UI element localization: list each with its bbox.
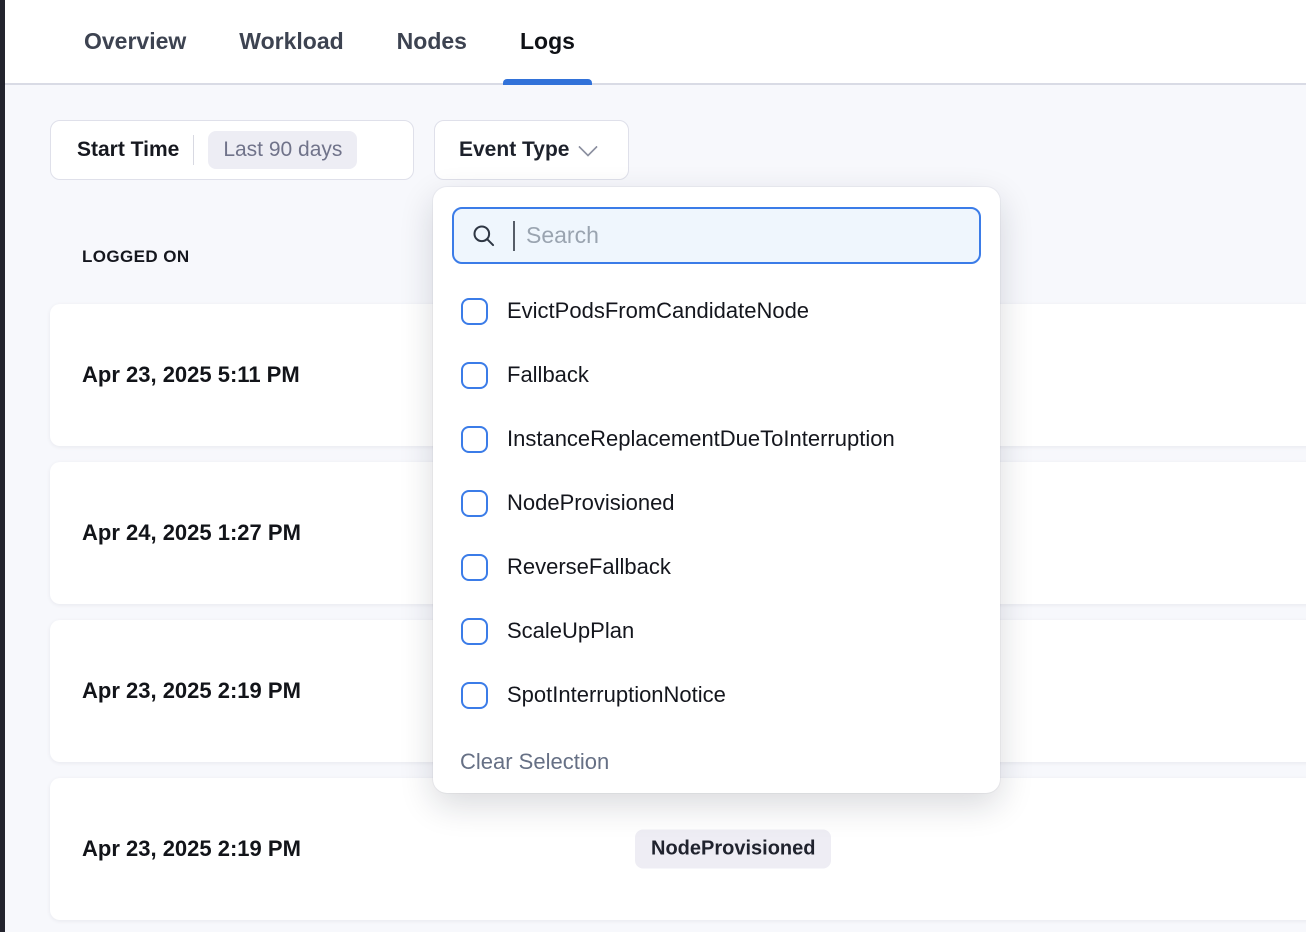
- start-time-value-pill[interactable]: Last 90 days: [208, 131, 357, 169]
- text-cursor: [513, 221, 515, 251]
- sidebar-edge: [0, 0, 5, 932]
- event-type-label: Event Type: [459, 138, 569, 162]
- tab-bar: Overview Workload Nodes Logs: [0, 0, 1306, 85]
- option-fallback[interactable]: Fallback: [433, 343, 1000, 407]
- option-evictpodsfromcandidatenode[interactable]: EvictPodsFromCandidateNode: [433, 279, 1000, 343]
- option-scaleupplan[interactable]: ScaleUpPlan: [433, 599, 1000, 663]
- tab-logs[interactable]: Logs: [518, 0, 577, 83]
- event-type-filter[interactable]: Event Type: [434, 120, 629, 180]
- option-label: InstanceReplacementDueToInterruption: [507, 426, 895, 452]
- start-time-filter[interactable]: Start Time Last 90 days: [50, 120, 414, 180]
- tab-logs-label: Logs: [520, 28, 575, 55]
- option-instancereplacementduetointerruption[interactable]: InstanceReplacementDueToInterruption: [433, 407, 1000, 471]
- filter-divider: [193, 135, 194, 165]
- option-reversefallback[interactable]: ReverseFallback: [433, 535, 1000, 599]
- tab-overview[interactable]: Overview: [82, 0, 188, 83]
- checkbox[interactable]: [461, 618, 488, 645]
- option-label: SpotInterruptionNotice: [507, 682, 726, 708]
- dropdown-search-field[interactable]: Search: [452, 207, 981, 264]
- column-header-logged-on: LOGGED ON: [82, 247, 190, 267]
- option-nodeprovisioned[interactable]: NodeProvisioned: [433, 471, 1000, 535]
- clear-selection-button[interactable]: Clear Selection: [460, 749, 609, 775]
- log-row[interactable]: Apr 23, 2025 2:19 PM NodeProvisioned: [50, 778, 1306, 920]
- search-icon: [470, 222, 497, 249]
- logged-on-value: Apr 23, 2025 2:19 PM: [82, 678, 301, 704]
- option-label: Fallback: [507, 362, 589, 388]
- checkbox[interactable]: [461, 298, 488, 325]
- search-placeholder: Search: [526, 222, 599, 249]
- logged-on-value: Apr 24, 2025 1:27 PM: [82, 520, 301, 546]
- checkbox[interactable]: [461, 682, 488, 709]
- event-type-dropdown: Search EvictPodsFromCandidateNode Fallba…: [433, 187, 1000, 793]
- logged-on-value: Apr 23, 2025 2:19 PM: [82, 836, 301, 862]
- option-label: EvictPodsFromCandidateNode: [507, 298, 809, 324]
- tab-workload[interactable]: Workload: [237, 0, 345, 83]
- option-spotinterruptionnotice[interactable]: SpotInterruptionNotice: [433, 663, 1000, 727]
- checkbox[interactable]: [461, 426, 488, 453]
- checkbox[interactable]: [461, 490, 488, 517]
- event-type-badge: NodeProvisioned: [635, 830, 831, 869]
- option-label: NodeProvisioned: [507, 490, 675, 516]
- start-time-label: Start Time: [77, 138, 179, 162]
- checkbox[interactable]: [461, 362, 488, 389]
- option-label: ReverseFallback: [507, 554, 671, 580]
- chevron-down-icon: [579, 137, 599, 157]
- tab-nodes[interactable]: Nodes: [395, 0, 469, 83]
- event-type-option-list: EvictPodsFromCandidateNode Fallback Inst…: [433, 279, 1000, 727]
- active-tab-indicator: [503, 79, 592, 85]
- option-label: ScaleUpPlan: [507, 618, 634, 644]
- tabs: Overview Workload Nodes Logs: [82, 0, 577, 83]
- checkbox[interactable]: [461, 554, 488, 581]
- logged-on-value: Apr 23, 2025 5:11 PM: [82, 362, 300, 388]
